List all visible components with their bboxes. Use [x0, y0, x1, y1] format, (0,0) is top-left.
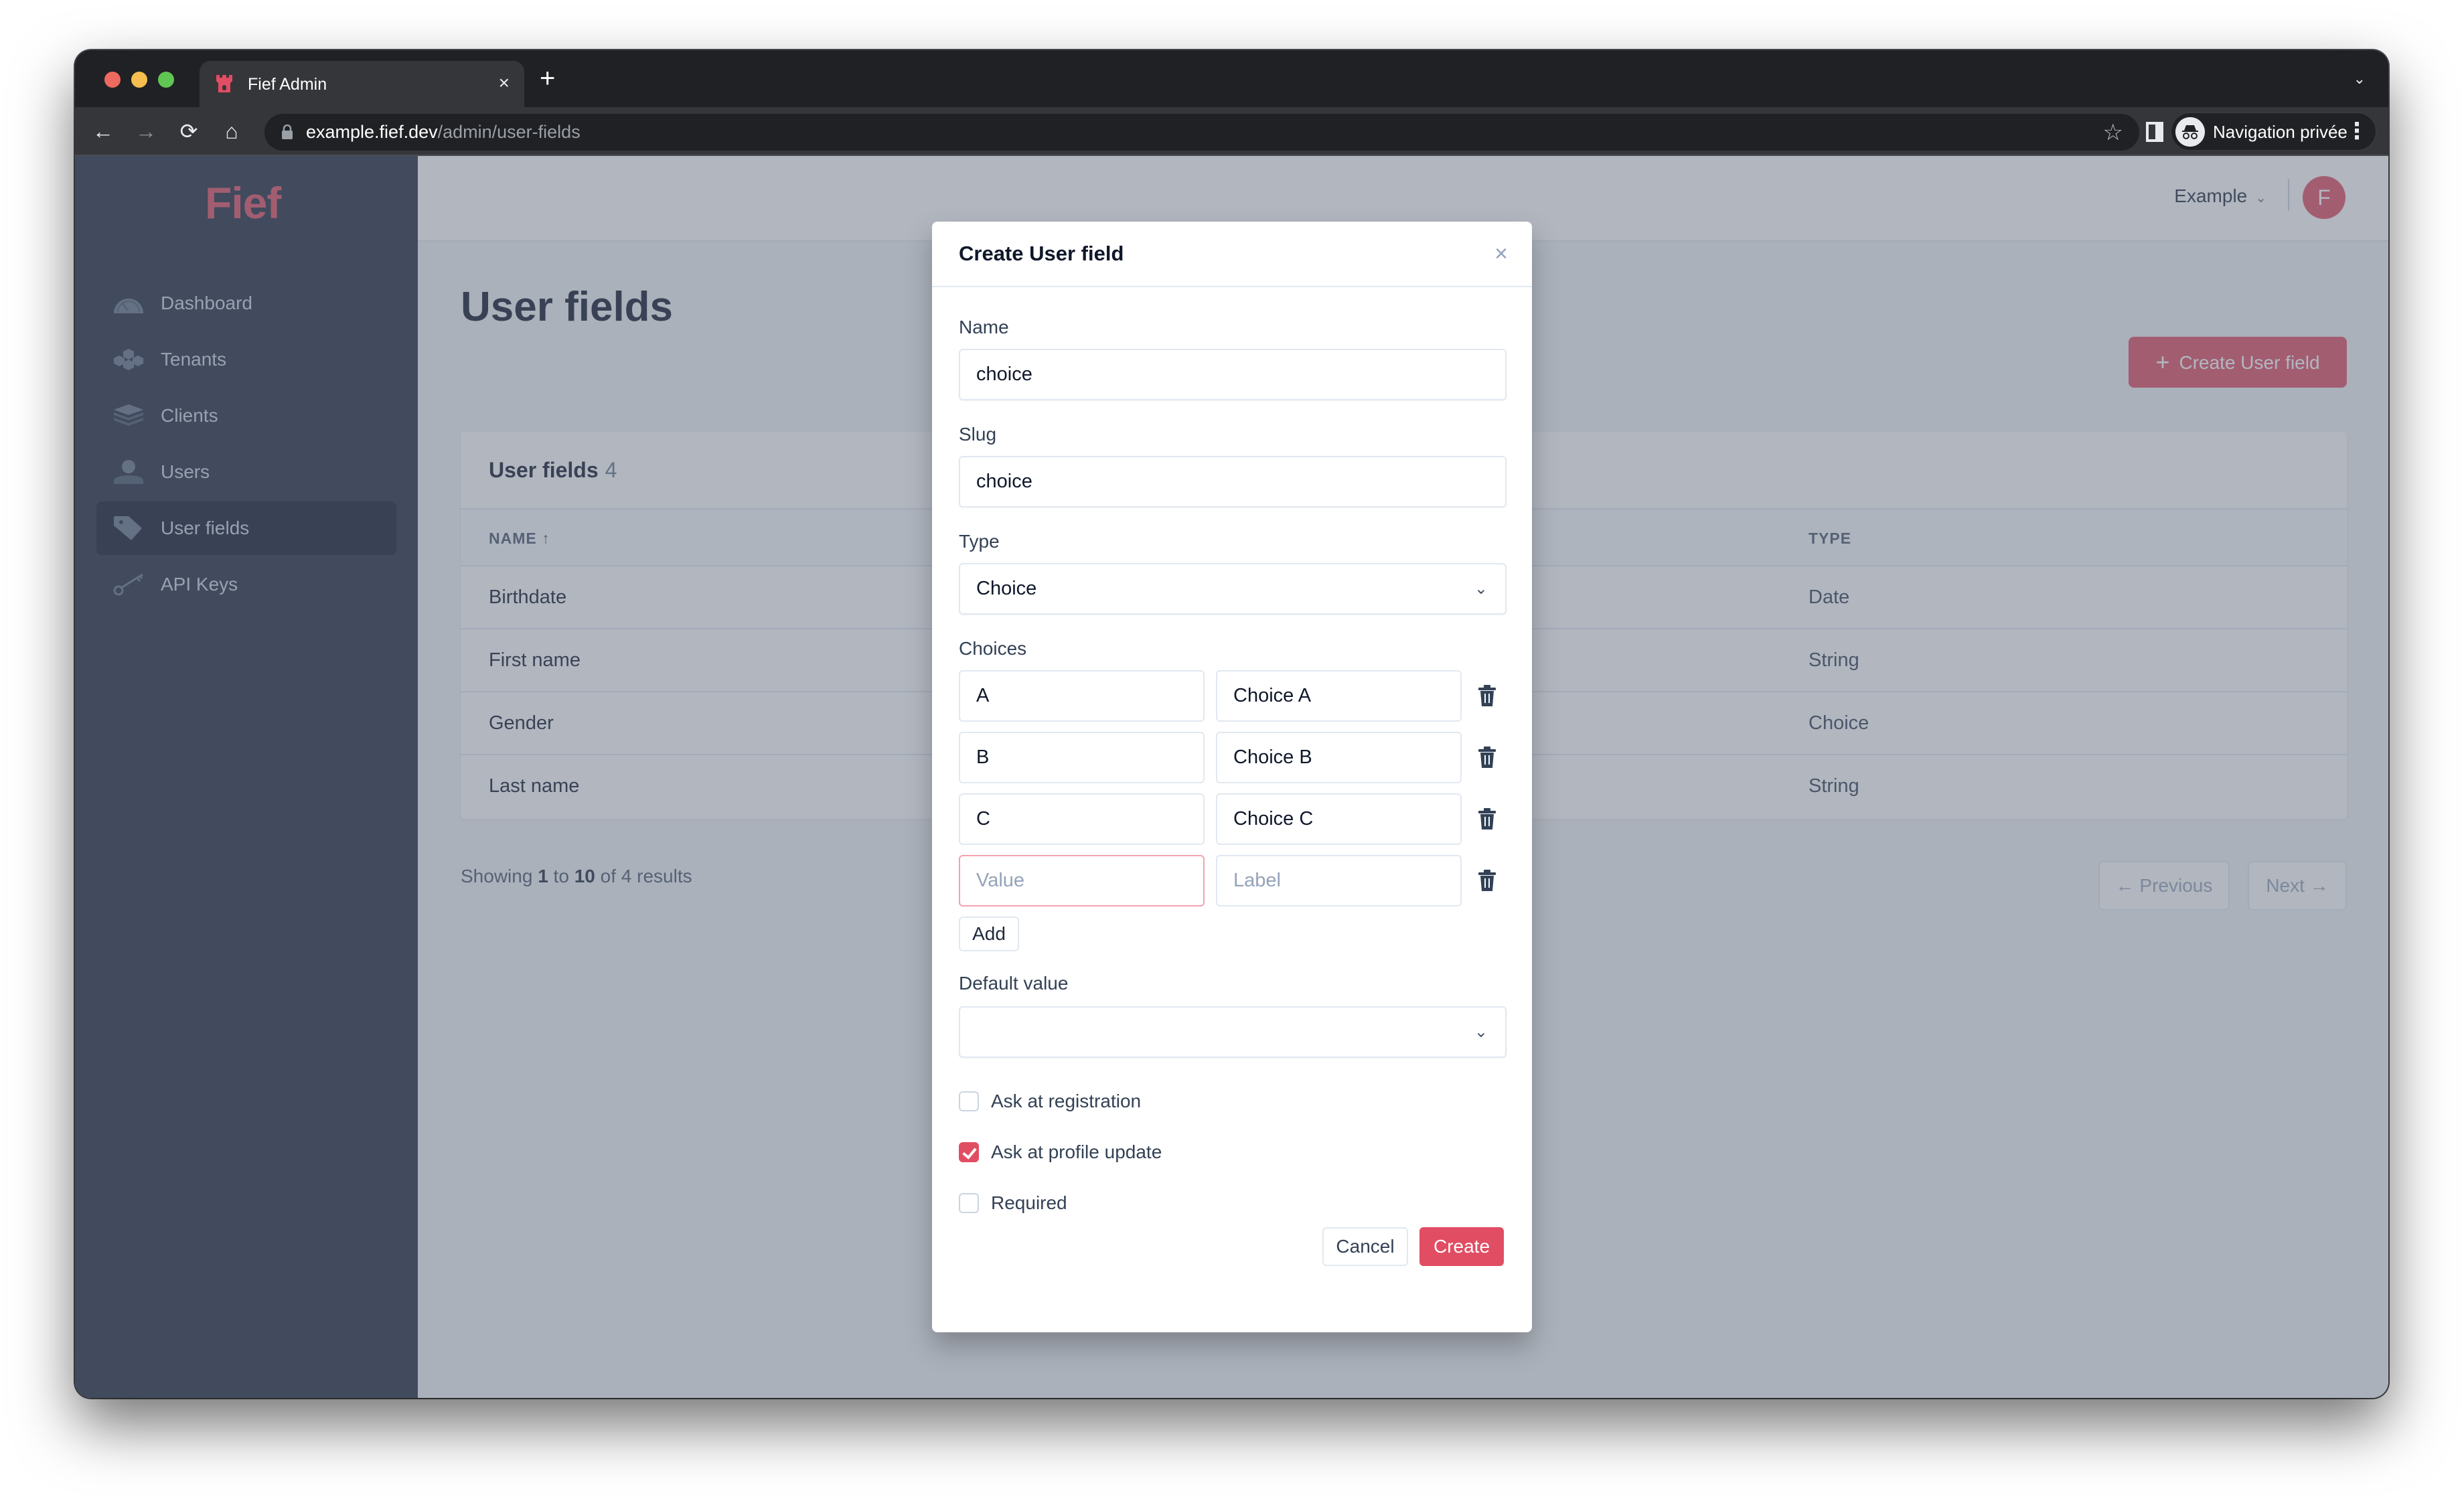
type-select[interactable]: Choice ⌄	[959, 563, 1507, 615]
choice-label-input[interactable]: Choice C	[1216, 793, 1462, 845]
create-user-field-modal: Create User field × Name choice Slug cho…	[932, 222, 1532, 1332]
modal-header: Create User field ×	[932, 222, 1532, 287]
type-selected-value: Choice	[976, 578, 1037, 599]
incognito-icon	[2175, 117, 2205, 147]
checkbox-label: Ask at registration	[991, 1091, 1142, 1111]
trash-icon[interactable]	[1478, 746, 1496, 768]
checkbox-label: Required	[991, 1192, 1067, 1213]
ask-at-profile-update-checkbox-row[interactable]: Ask at profile update	[959, 1141, 1162, 1163]
back-icon[interactable]: ←	[88, 116, 118, 146]
choice-row: A Choice A	[959, 670, 1507, 722]
close-window-button[interactable]	[104, 72, 121, 88]
choice-value-input[interactable]: C	[959, 793, 1205, 845]
choice-row: B Choice B	[959, 732, 1507, 783]
slug-label: Slug	[959, 424, 997, 445]
side-panel-icon[interactable]	[2146, 122, 2163, 142]
add-choice-button[interactable]: Add	[959, 917, 1019, 951]
checkbox-label: Ask at profile update	[991, 1141, 1162, 1162]
new-tab-button[interactable]: +	[540, 65, 555, 92]
default-value-label: Default value	[959, 973, 1069, 994]
trash-icon[interactable]	[1478, 870, 1496, 891]
type-label: Type	[959, 531, 1000, 552]
choice-label-input[interactable]: Choice B	[1216, 732, 1462, 783]
url-path: /admin/user-fields	[437, 122, 581, 142]
choice-value-input[interactable]: A	[959, 670, 1205, 722]
choice-label-input[interactable]: Choice A	[1216, 670, 1462, 722]
ask-at-profile-update-checkbox[interactable]	[959, 1142, 979, 1162]
name-input[interactable]: choice	[959, 349, 1507, 400]
ask-at-registration-checkbox[interactable]	[959, 1091, 979, 1111]
browser-menu-icon[interactable]: ⋮	[2345, 116, 2368, 146]
cancel-button[interactable]: Cancel	[1322, 1227, 1408, 1266]
address-bar[interactable]: example.fief.dev/admin/user-fields ☆	[264, 114, 2139, 151]
chevron-down-icon: ⌄	[1474, 1023, 1488, 1041]
new-choice-label-input[interactable]: Label	[1216, 855, 1462, 907]
choices-label: Choices	[959, 638, 1027, 659]
tab-close-icon[interactable]: ×	[499, 73, 510, 93]
tab-strip: Fief Admin × + ⌄	[75, 50, 2388, 107]
ask-at-registration-checkbox-row[interactable]: Ask at registration	[959, 1091, 1141, 1112]
choice-row: C Choice C	[959, 793, 1507, 845]
default-value-select[interactable]: ⌄	[959, 1006, 1507, 1058]
lock-icon	[282, 125, 293, 139]
forward-icon[interactable]: →	[131, 116, 161, 146]
tab-title: Fief Admin	[248, 75, 327, 94]
url-host: example.fief.dev	[306, 122, 438, 142]
tab-search-chevron-icon[interactable]: ⌄	[2354, 70, 2366, 88]
maximize-window-button[interactable]	[158, 72, 174, 88]
minimize-window-button[interactable]	[131, 72, 147, 88]
browser-toolbar: ← → ⟳ ⌂ example.fief.dev/admin/user-fiel…	[75, 107, 2388, 156]
name-label: Name	[959, 317, 1009, 337]
fief-castle-icon	[216, 75, 232, 92]
url-text[interactable]: example.fief.dev/admin/user-fields	[306, 121, 581, 143]
required-checkbox-row[interactable]: Required	[959, 1192, 1067, 1214]
browser-window: Fief Admin × + ⌄ ← → ⟳ ⌂ example.fief.de…	[75, 50, 2388, 1398]
slug-input[interactable]: choice	[959, 456, 1507, 507]
close-icon[interactable]: ×	[1494, 240, 1508, 267]
home-icon[interactable]: ⌂	[217, 116, 246, 146]
required-checkbox[interactable]	[959, 1193, 979, 1213]
incognito-label: Navigation privée	[2213, 122, 2347, 142]
bookmark-star-icon[interactable]: ☆	[2103, 119, 2123, 146]
modal-title: Create User field	[959, 242, 1124, 265]
chevron-down-icon: ⌄	[1474, 580, 1488, 598]
browser-tab[interactable]: Fief Admin ×	[200, 61, 524, 107]
reload-icon[interactable]: ⟳	[174, 116, 204, 146]
new-choice-value-input[interactable]: Value	[959, 855, 1205, 907]
choice-row-new: Value Label	[959, 855, 1507, 907]
trash-icon[interactable]	[1478, 808, 1496, 830]
trash-icon[interactable]	[1478, 685, 1496, 706]
choice-value-input[interactable]: B	[959, 732, 1205, 783]
create-button[interactable]: Create	[1419, 1227, 1504, 1266]
